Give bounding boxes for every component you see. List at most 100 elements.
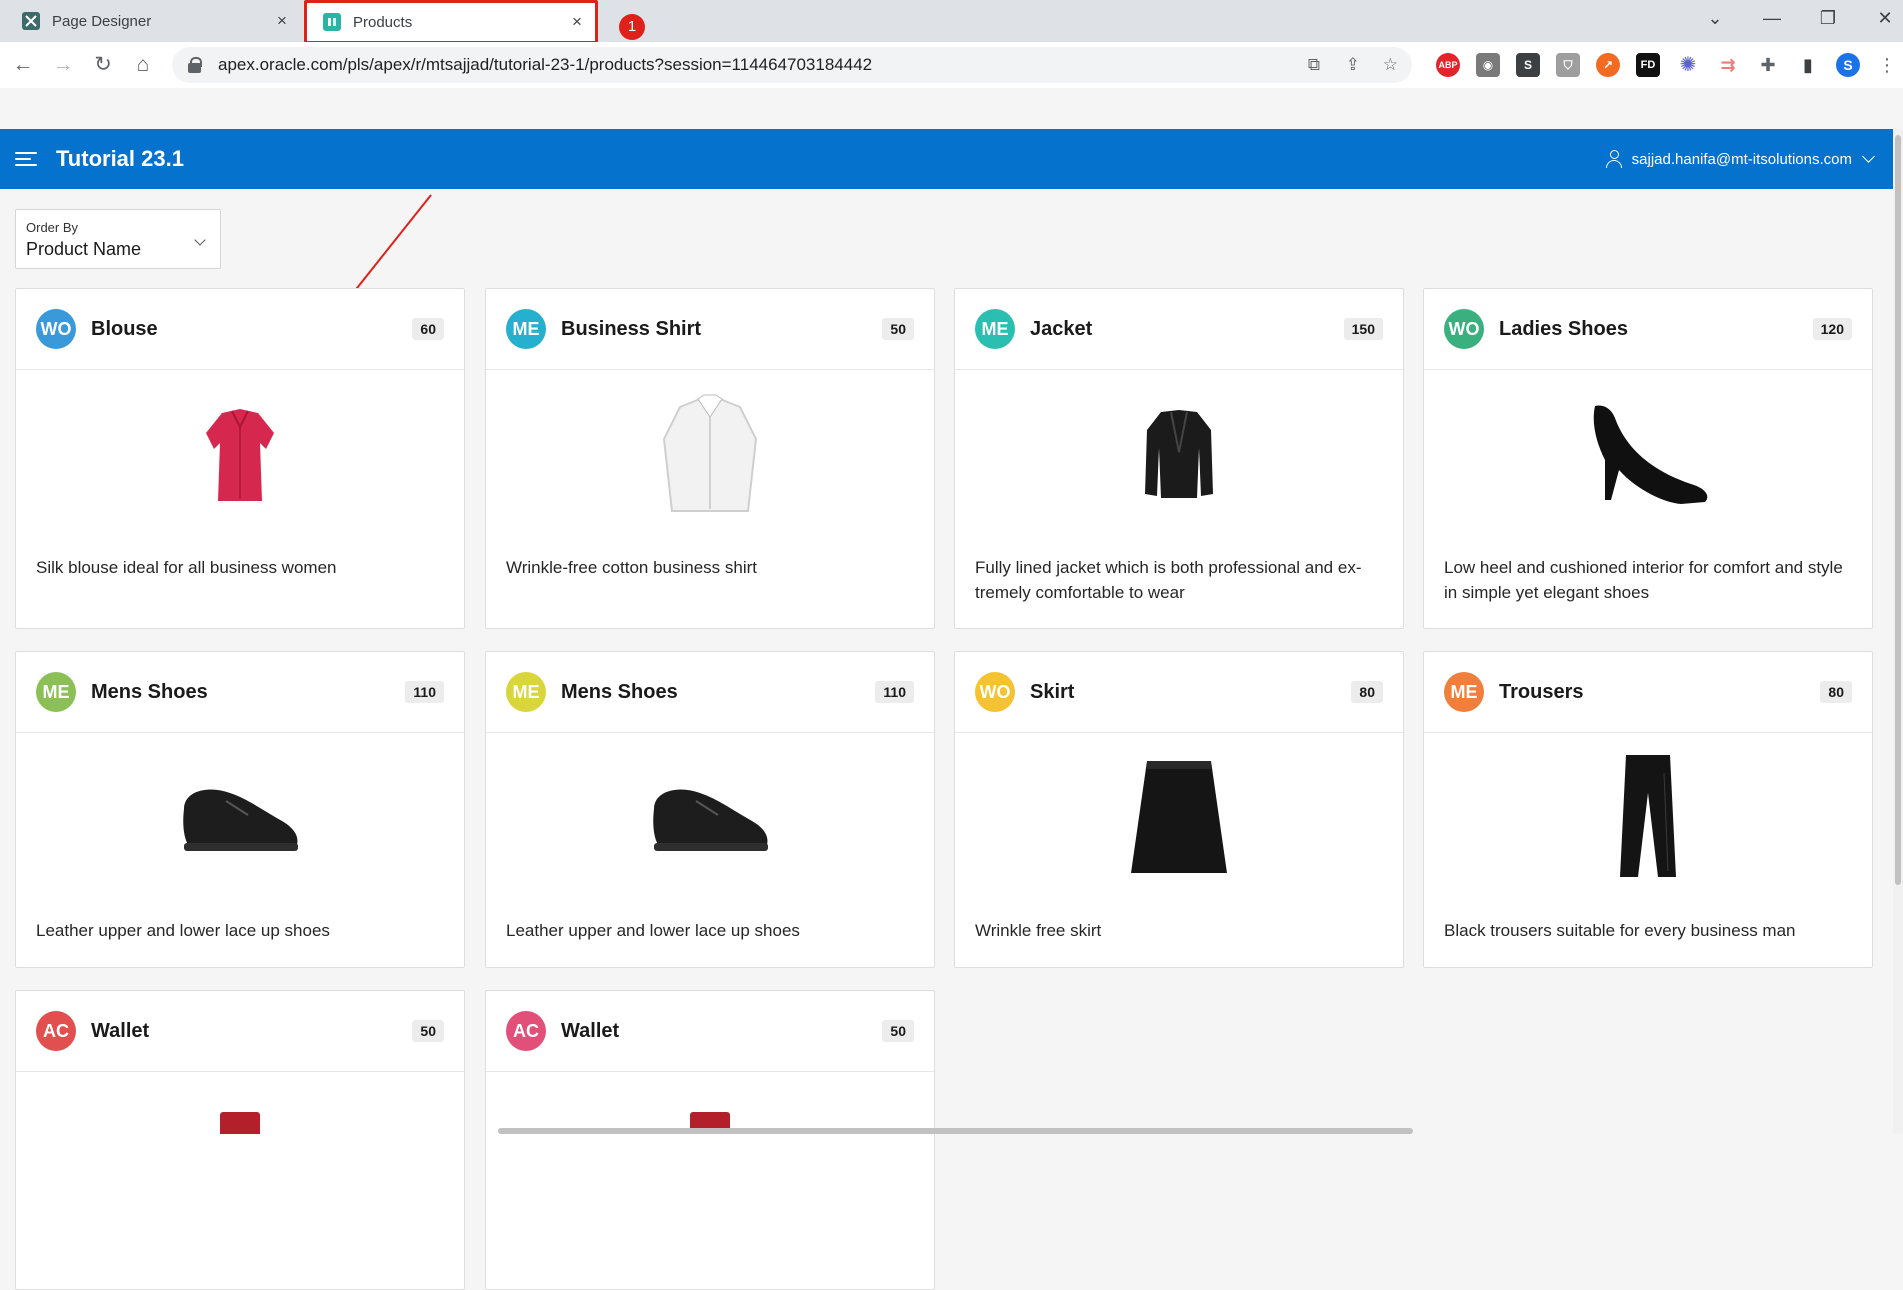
user-email: sajjad.hanifa@mt-itsolutions.com	[1631, 150, 1852, 168]
product-image	[16, 733, 464, 903]
card-header: ME Mens Shoes 110	[16, 652, 464, 733]
minimize-icon[interactable]: —	[1757, 8, 1787, 29]
product-description: Wrinkle free skirt	[975, 921, 1102, 940]
category-avatar: ME	[506, 309, 546, 349]
tab-close-icon[interactable]: ×	[270, 11, 294, 31]
product-card[interactable]: ME Mens Shoes 110 Leather upper and lower l…	[15, 651, 465, 968]
product-name[interactable]: Mens Shoes	[91, 681, 405, 704]
product-count-badge: 50	[882, 318, 914, 340]
s-extension-icon[interactable]: S	[1516, 53, 1540, 77]
open-in-app-icon[interactable]: ⧉	[1308, 55, 1320, 75]
url-text: apex.oracle.com/pls/apex/r/mtsajjad/tuto…	[218, 55, 873, 74]
kebab-menu-icon[interactable]: ⋮	[1872, 50, 1902, 80]
category-avatar: WO	[36, 309, 76, 349]
category-avatar: WO	[1444, 309, 1484, 349]
product-name[interactable]: Skirt	[1030, 681, 1351, 704]
app-title[interactable]: Tutorial 23.1	[56, 146, 184, 172]
horizontal-scrollbar-thumb[interactable]	[498, 1128, 1413, 1134]
order-by-label: Order By	[26, 220, 79, 235]
product-image	[486, 733, 934, 903]
forward-share-icon[interactable]: ⇉	[1716, 53, 1740, 77]
product-card[interactable]: AC Wallet 50	[15, 990, 465, 1290]
forward-icon[interactable]: →	[48, 50, 78, 80]
camera-icon[interactable]: ◉	[1476, 53, 1500, 77]
product-description	[486, 1134, 934, 1149]
product-description: Leather upper and lower lace up shoes	[506, 921, 800, 940]
product-image	[1424, 733, 1872, 903]
product-card[interactable]: ME Mens Shoes 110 Leather upper and lower l…	[485, 651, 935, 968]
chevron-down-icon	[1862, 150, 1875, 163]
hamburger-menu-icon[interactable]	[15, 152, 37, 166]
product-count-badge: 110	[875, 681, 914, 703]
product-description: Fully lined jacket which is both profess…	[975, 558, 1362, 602]
fd-extension-icon[interactable]: FD	[1636, 53, 1660, 77]
category-avatar: WO	[975, 672, 1015, 712]
product-count-badge: 150	[1343, 318, 1383, 340]
product-count-badge: 80	[1820, 681, 1852, 703]
product-name[interactable]: Wallet	[561, 1020, 882, 1043]
bookmark-star-icon[interactable]: ☆	[1383, 55, 1398, 75]
user-menu[interactable]: sajjad.hanifa@mt-itsolutions.com	[1605, 129, 1875, 189]
product-card[interactable]: ME Business Shirt 50 Wrinkle-free cotton bu…	[485, 288, 935, 629]
shield-icon[interactable]: ⛉	[1556, 53, 1580, 77]
restore-icon[interactable]: ❐	[1813, 8, 1843, 29]
product-name[interactable]: Blouse	[91, 318, 412, 341]
card-header: WO Skirt 80	[955, 652, 1403, 733]
product-name[interactable]: Wallet	[91, 1020, 412, 1043]
tab-search-icon[interactable]: ⌄	[1700, 8, 1730, 29]
product-count-badge: 110	[405, 681, 444, 703]
product-card[interactable]: WO Blouse 60 Silk blouse ideal for all busi…	[15, 288, 465, 629]
orange-extension-icon[interactable]: ↗	[1596, 53, 1620, 77]
product-name[interactable]: Trousers	[1499, 681, 1820, 704]
category-avatar: AC	[36, 1011, 76, 1051]
product-card[interactable]: AC Wallet 50	[485, 990, 935, 1290]
home-icon[interactable]: ⌂	[128, 50, 158, 80]
product-name[interactable]: Business Shirt	[561, 318, 882, 341]
star-burst-icon[interactable]: ✺	[1676, 53, 1700, 77]
adblock-plus-icon[interactable]: ABP	[1436, 53, 1460, 77]
product-card[interactable]: ME Trousers 80 Black trousers suitable for …	[1423, 651, 1873, 968]
sidepanel-icon[interactable]: ▮	[1796, 53, 1820, 77]
tab-close-icon[interactable]: ×	[565, 12, 589, 32]
card-header: AC Wallet 50	[486, 991, 934, 1072]
category-avatar: ME	[36, 672, 76, 712]
product-name[interactable]: Ladies Shoes	[1499, 318, 1813, 341]
profile-avatar[interactable]: S	[1836, 53, 1860, 77]
card-header: AC Wallet 50	[16, 991, 464, 1072]
tab-label: Page Designer	[52, 12, 152, 30]
share-icon[interactable]: ⇪	[1346, 55, 1360, 75]
app-header: Tutorial 23.1 sajjad.hanifa@mt-itsolutio…	[0, 129, 1893, 189]
product-count-badge: 80	[1351, 681, 1383, 703]
product-description: Silk blouse ideal for all business women	[36, 558, 337, 577]
product-image	[955, 370, 1403, 540]
puzzle-icon[interactable]: ✚	[1756, 53, 1780, 77]
product-name[interactable]: Mens Shoes	[561, 681, 875, 704]
product-name[interactable]: Jacket	[1030, 318, 1344, 341]
lock-icon	[188, 57, 202, 73]
address-bar[interactable]: apex.oracle.com/pls/apex/r/mtsajjad/tuto…	[172, 47, 1412, 83]
category-avatar: AC	[506, 1011, 546, 1051]
user-icon	[1605, 150, 1622, 168]
reload-icon[interactable]: ↻	[88, 50, 118, 80]
category-avatar: ME	[506, 672, 546, 712]
product-card[interactable]: ME Jacket 150 Fully lined jacket which is b…	[954, 288, 1404, 629]
back-icon[interactable]: ←	[8, 50, 38, 80]
category-avatar: ME	[1444, 672, 1484, 712]
card-header: WO Ladies Shoes 120	[1424, 289, 1872, 370]
product-description	[16, 1134, 464, 1149]
scrollbar-thumb[interactable]	[1895, 135, 1901, 885]
product-image	[955, 733, 1403, 903]
order-by-select[interactable]: Order By Product Name	[15, 209, 221, 269]
product-count-badge: 50	[882, 1020, 914, 1042]
tab-page-designer[interactable]: Page Designer ×	[10, 0, 300, 42]
product-image	[16, 370, 464, 540]
tab-products[interactable]: Products ×	[304, 0, 598, 44]
product-count-badge: 120	[1812, 318, 1852, 340]
product-card[interactable]: WO Ladies Shoes 120 Low heel and cushioned …	[1423, 288, 1873, 629]
close-window-icon[interactable]: ✕	[1870, 8, 1900, 29]
card-header: ME Business Shirt 50	[486, 289, 934, 370]
page-designer-favicon-icon	[22, 12, 40, 30]
apex-favicon-icon	[323, 13, 341, 31]
order-by-value: Product Name	[26, 239, 142, 259]
product-card[interactable]: WO Skirt 80 Wrinkle free skirt	[954, 651, 1404, 968]
